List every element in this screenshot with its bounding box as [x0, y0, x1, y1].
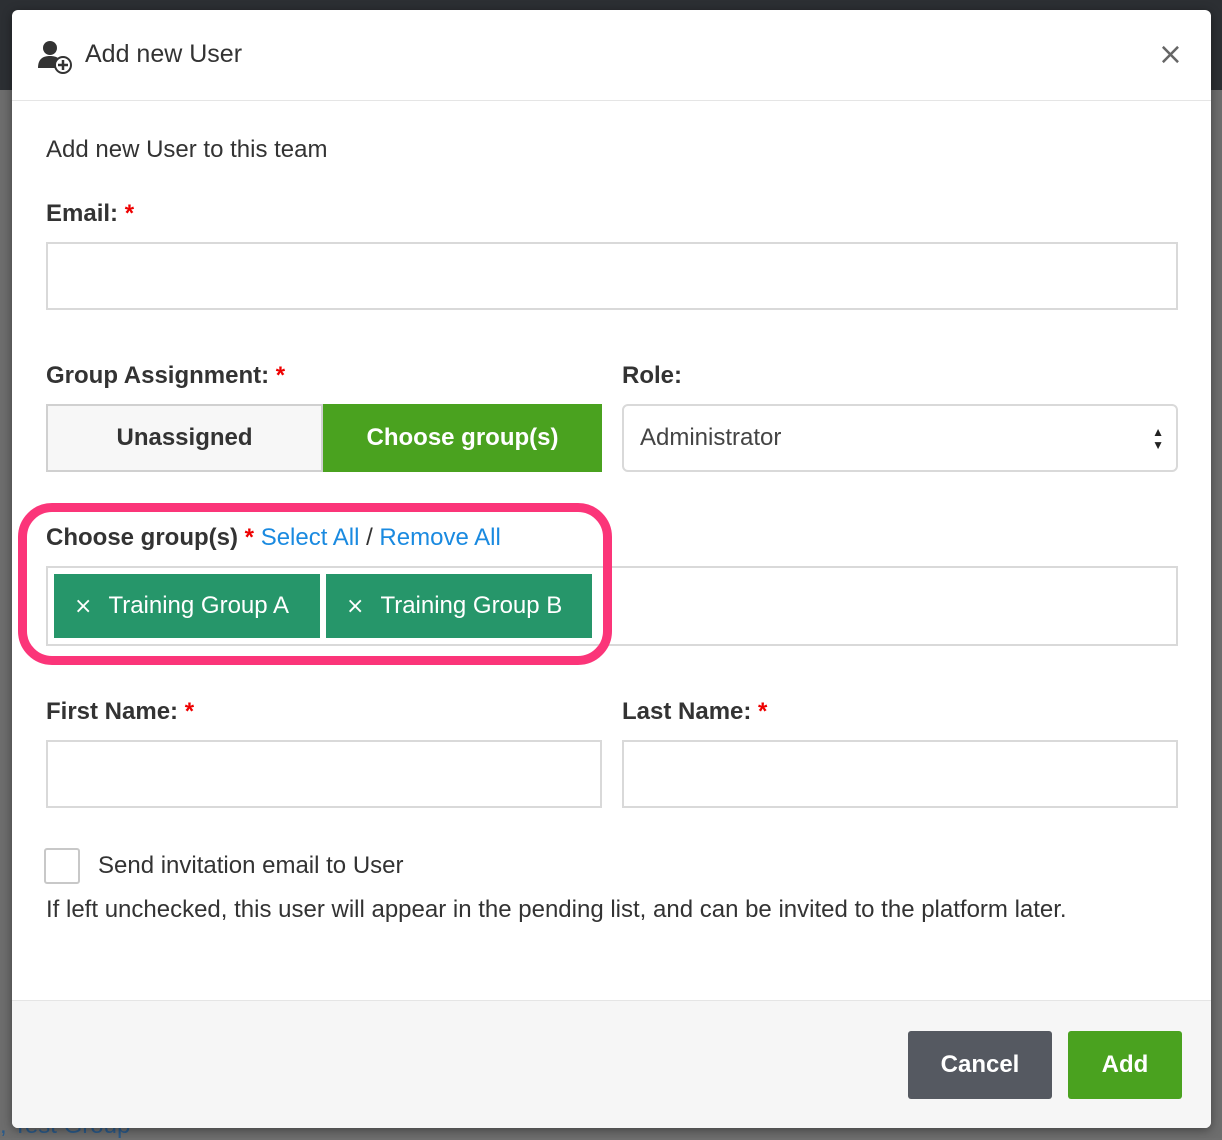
- email-label: Email: *: [46, 200, 135, 227]
- role-select[interactable]: Administrator ▲ ▼: [622, 404, 1178, 472]
- required-marker: *: [244, 524, 255, 551]
- email-input[interactable]: [46, 242, 1178, 310]
- required-marker: *: [275, 362, 286, 389]
- modal-subtitle: Add new User to this team: [46, 136, 328, 163]
- remove-all-link[interactable]: Remove All: [379, 524, 500, 551]
- first-name-label: First Name: *: [46, 698, 195, 725]
- add-user-modal: Add new User × Add new User to this team…: [12, 10, 1211, 1128]
- add-user-icon: [38, 41, 72, 74]
- group-assignment-label: Group Assignment: *: [46, 362, 286, 389]
- unassigned-button[interactable]: Unassigned: [46, 404, 323, 472]
- groups-multiselect[interactable]: × Training Group A × Training Group B: [46, 566, 1178, 646]
- close-icon[interactable]: ×: [1158, 40, 1183, 70]
- link-separator: /: [366, 524, 373, 551]
- send-invitation-checkbox[interactable]: [44, 848, 80, 884]
- last-name-label: Last Name: *: [622, 698, 768, 725]
- sort-arrows-icon: ▲ ▼: [1152, 425, 1164, 452]
- invitation-help-text: If left unchecked, this user will appear…: [46, 896, 1067, 923]
- required-marker: *: [758, 698, 768, 725]
- required-marker: *: [184, 698, 195, 725]
- modal-footer: Cancel Add: [12, 1000, 1211, 1128]
- first-name-input[interactable]: [46, 740, 602, 808]
- role-selected-value: Administrator: [640, 424, 782, 451]
- group-tag: × Training Group A: [54, 574, 320, 638]
- last-name-input[interactable]: [622, 740, 1178, 808]
- group-tag: × Training Group B: [326, 574, 592, 638]
- add-button[interactable]: Add: [1068, 1031, 1182, 1099]
- role-label: Role:: [622, 362, 682, 389]
- group-tag-label: Training Group A: [108, 592, 289, 619]
- send-invitation-label[interactable]: Send invitation email to User: [98, 852, 403, 880]
- remove-tag-icon[interactable]: ×: [346, 594, 364, 619]
- remove-tag-icon[interactable]: ×: [74, 594, 92, 619]
- select-all-link[interactable]: Select All: [261, 524, 360, 551]
- choose-groups-button[interactable]: Choose group(s): [323, 404, 602, 472]
- required-marker: *: [124, 200, 135, 227]
- modal-title: Add new User: [85, 40, 243, 68]
- choose-groups-label: Choose group(s) * Select All / Remove Al…: [46, 524, 501, 551]
- group-tag-label: Training Group B: [380, 592, 563, 619]
- modal-header: Add new User ×: [12, 10, 1211, 101]
- cancel-button[interactable]: Cancel: [908, 1031, 1052, 1099]
